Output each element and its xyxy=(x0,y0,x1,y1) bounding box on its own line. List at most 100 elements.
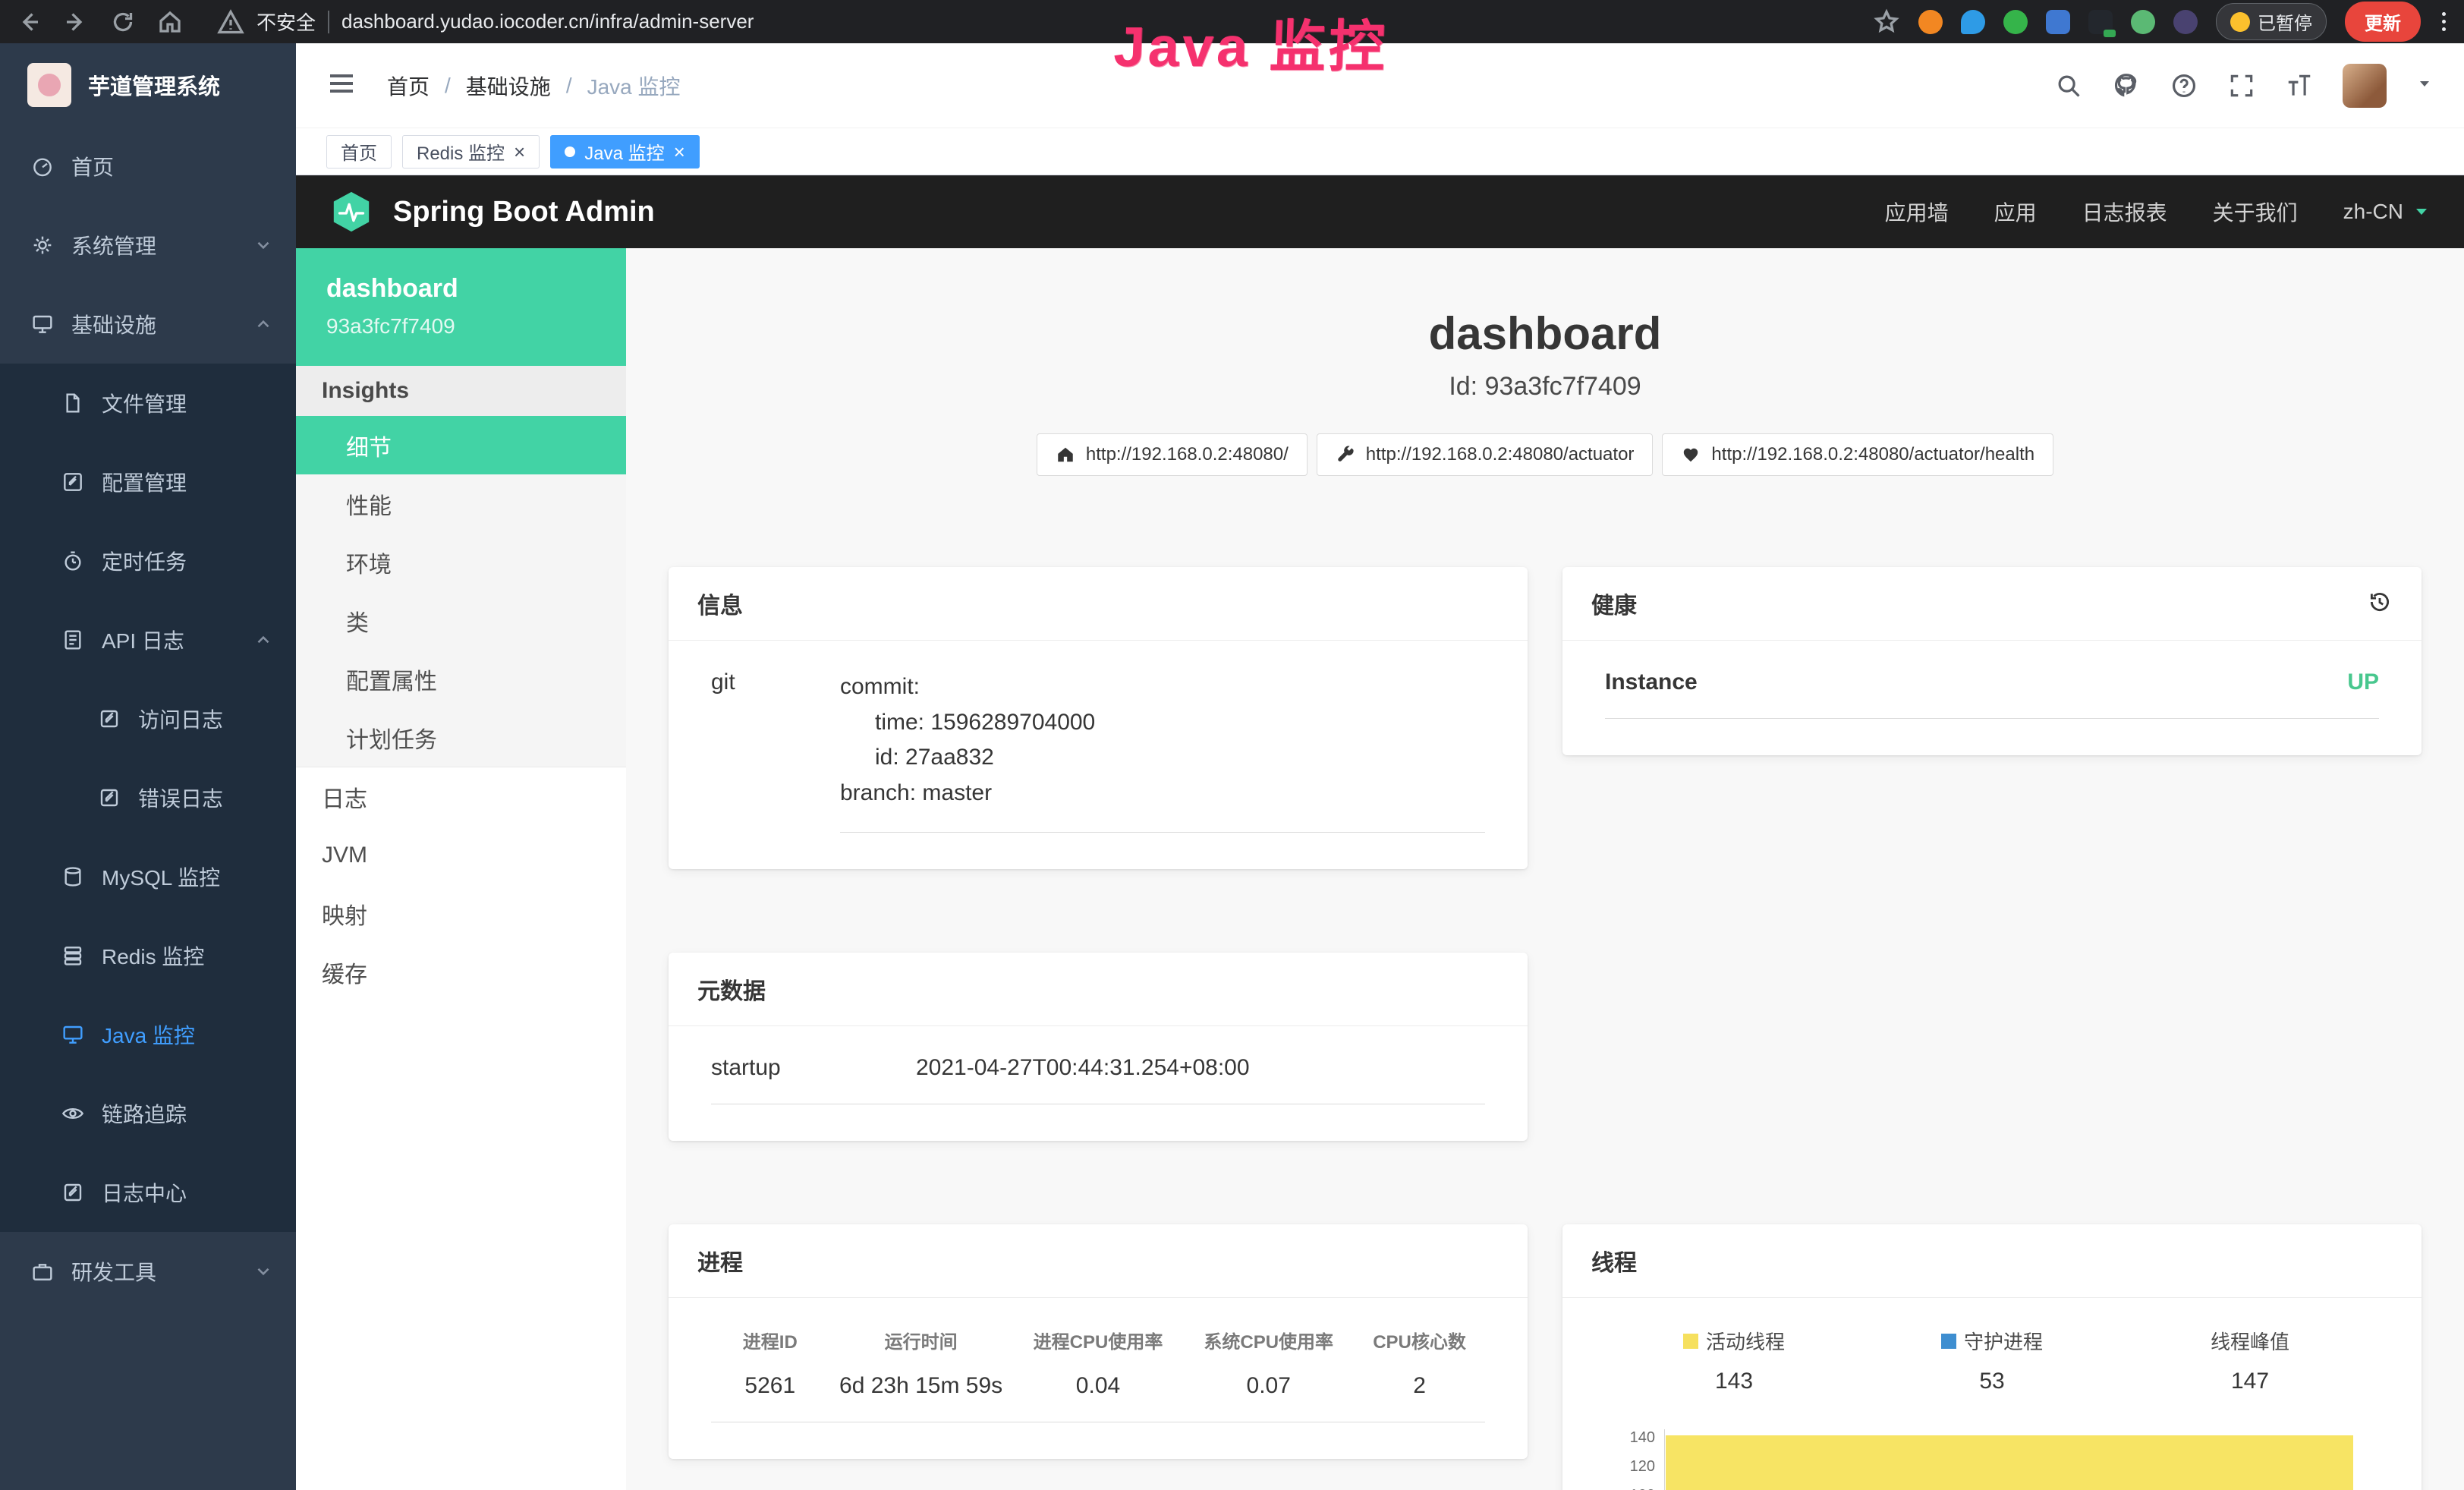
github-icon[interactable] xyxy=(2112,71,2141,100)
hamburger-icon[interactable] xyxy=(326,68,357,102)
page-subtitle: Id: 93a3fc7f7409 xyxy=(669,372,2422,402)
file-icon xyxy=(61,391,85,415)
sba-brand-title: Spring Boot Admin xyxy=(393,196,655,228)
metadata-key: startup xyxy=(711,1055,916,1081)
sba-item-jvm[interactable]: JVM xyxy=(296,826,626,884)
screen: 不安全 dashboard.yudao.iocoder.cn/infra/adm… xyxy=(0,0,2464,1490)
breadcrumb-separator: / xyxy=(566,74,572,98)
extension-icon[interactable] xyxy=(2088,10,2113,34)
breadcrumb-item[interactable]: 基础设施 xyxy=(466,71,551,101)
page-title: dashboard xyxy=(669,307,2422,360)
breadcrumb-item-current: Java 监控 xyxy=(587,71,681,101)
sidebar-item-java-monitor[interactable]: Java 监控 xyxy=(0,995,296,1074)
sidebar-item-system[interactable]: 系统管理 xyxy=(0,206,296,285)
sba-item-caches[interactable]: 缓存 xyxy=(296,943,626,1001)
sidebar-item-error-logs[interactable]: 错误日志 xyxy=(0,758,296,837)
sidebar-item-redis-monitor[interactable]: Redis 监控 xyxy=(0,916,296,995)
sidebar-item-scheduled-jobs[interactable]: 定时任务 xyxy=(0,521,296,600)
tab-home[interactable]: 首页 xyxy=(326,135,392,169)
sidebar-item-log-center[interactable]: 日志中心 xyxy=(0,1153,296,1232)
sba-nav-journal[interactable]: 日志报表 xyxy=(2082,197,2167,227)
actuator-url-link[interactable]: http://192.168.0.2:48080/actuator xyxy=(1317,433,1654,476)
extension-icon[interactable] xyxy=(2003,10,2028,34)
metadata-card: 元数据 startup 2021-04-27T00:44:31.254+08:0… xyxy=(669,953,1528,1141)
sba-nav-applications[interactable]: 应用 xyxy=(1994,197,2037,227)
font-size-icon[interactable] xyxy=(2285,71,2314,100)
live-threads-swatch xyxy=(1683,1334,1698,1349)
live-threads-area xyxy=(1666,1435,2353,1490)
sidebar-item-trace[interactable]: 链路追踪 xyxy=(0,1074,296,1153)
extension-icon[interactable] xyxy=(1918,10,1943,34)
process-id-value: 5261 xyxy=(711,1373,829,1399)
avatar[interactable] xyxy=(2343,64,2387,108)
sba-item-mappings[interactable]: 映射 xyxy=(296,884,626,943)
health-card: 健康 Instance UP xyxy=(1562,567,2422,755)
sba-nav-about[interactable]: 关于我们 xyxy=(2213,197,2298,227)
tab-redis-monitor[interactable]: Redis 监控 × xyxy=(402,135,540,169)
extension-icon[interactable] xyxy=(2173,10,2198,34)
reload-icon[interactable] xyxy=(109,8,137,36)
chevron-down-icon xyxy=(253,1262,273,1281)
extension-icon[interactable] xyxy=(2131,10,2155,34)
address-bar[interactable]: 不安全 dashboard.yudao.iocoder.cn/infra/adm… xyxy=(217,8,754,36)
access-log-icon xyxy=(97,707,121,731)
service-url-link[interactable]: http://192.168.0.2:48080/ xyxy=(1037,433,1308,476)
sidebar-item-config-management[interactable]: 配置管理 xyxy=(0,443,296,521)
sba-body: dashboard 93a3fc7f7409 Insights 细节 性能 环境… xyxy=(296,248,2464,1490)
config-edit-icon xyxy=(61,470,85,494)
extension-icon[interactable] xyxy=(1961,10,1985,34)
search-icon[interactable] xyxy=(2054,71,2083,100)
card-title: 元数据 xyxy=(697,972,766,1006)
paused-badge[interactable]: 已暂停 xyxy=(2216,3,2327,40)
sidebar-item-file-management[interactable]: 文件管理 xyxy=(0,364,296,443)
breadcrumb-item[interactable]: 首页 xyxy=(387,71,430,101)
live-threads-value: 143 xyxy=(1605,1369,1863,1394)
api-log-icon xyxy=(61,628,85,652)
app-logo: 芋道管理系统 xyxy=(0,43,296,127)
sba-item-environment[interactable]: 环境 xyxy=(296,533,626,591)
sidebar-item-mysql-monitor[interactable]: MySQL 监控 xyxy=(0,837,296,916)
tab-java-monitor[interactable]: Java 监控 × xyxy=(550,135,700,169)
sba-nav: 应用墙 应用 日志报表 关于我们 zh-CN xyxy=(1885,197,2431,227)
sidebar-item-api-logs[interactable]: API 日志 xyxy=(0,600,296,679)
back-icon[interactable] xyxy=(15,8,42,36)
system-cpu-value: 0.07 xyxy=(1183,1373,1354,1399)
chart-y-axis: 140 120 100 xyxy=(1605,1429,1664,1490)
sidebar-item-home[interactable]: 首页 xyxy=(0,127,296,206)
emoji-face-icon xyxy=(2230,12,2250,32)
chevron-down-icon xyxy=(253,235,273,255)
sba-item-config-properties[interactable]: 配置属性 xyxy=(296,650,626,708)
browser-menu-icon[interactable] xyxy=(2439,9,2449,34)
threads-card: 线程 活动线程 143 守护进程 53 xyxy=(1562,1224,2422,1490)
sidebar-item-dev-tools[interactable]: 研发工具 xyxy=(0,1232,296,1311)
forward-icon[interactable] xyxy=(62,8,90,36)
home-icon[interactable] xyxy=(156,8,184,36)
instance-name: dashboard xyxy=(326,274,596,304)
gear-icon xyxy=(30,233,55,257)
tab-close-icon[interactable]: × xyxy=(514,142,525,162)
sba-item-logs[interactable]: 日志 xyxy=(296,767,626,826)
fullscreen-icon[interactable] xyxy=(2227,71,2256,100)
main-column: 首页 / 基础设施 / Java 监控 xyxy=(296,43,2464,1490)
health-status: UP xyxy=(2347,669,2379,695)
sba-item-performance[interactable]: 性能 xyxy=(296,474,626,533)
sba-item-scheduled-tasks[interactable]: 计划任务 xyxy=(296,708,626,767)
sba-item-details[interactable]: 细节 xyxy=(296,416,626,474)
language-selector[interactable]: zh-CN xyxy=(2343,200,2431,224)
history-icon[interactable] xyxy=(2367,589,2393,619)
tab-close-icon[interactable]: × xyxy=(674,142,685,162)
sidebar-item-infrastructure[interactable]: 基础设施 xyxy=(0,285,296,364)
peak-threads-value: 147 xyxy=(2121,1369,2379,1394)
address-divider xyxy=(328,11,329,33)
threads-chart: 140 120 100 xyxy=(1605,1429,2379,1490)
bookmark-star-icon[interactable] xyxy=(1873,8,1900,36)
health-url-link[interactable]: http://192.168.0.2:48080/actuator/health xyxy=(1662,433,2053,476)
update-button[interactable]: 更新 xyxy=(2345,2,2421,42)
extension-icon[interactable] xyxy=(2046,10,2070,34)
help-icon[interactable] xyxy=(2170,71,2198,100)
sidebar-item-access-logs[interactable]: 访问日志 xyxy=(0,679,296,758)
instance-header[interactable]: dashboard 93a3fc7f7409 xyxy=(296,248,626,366)
sba-nav-wallboard[interactable]: 应用墙 xyxy=(1885,197,1949,227)
sba-item-classes[interactable]: 类 xyxy=(296,591,626,650)
avatar-caret-icon[interactable] xyxy=(2415,74,2434,96)
